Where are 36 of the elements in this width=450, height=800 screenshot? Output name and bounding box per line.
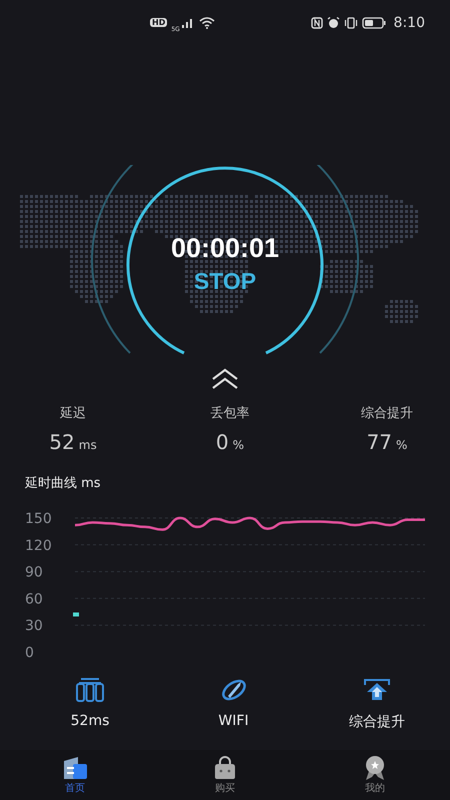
stat-unit: %	[396, 438, 408, 452]
axis-tick-label: 60	[25, 591, 43, 608]
nfc-icon	[310, 16, 323, 28]
stat-value: 0	[216, 430, 229, 454]
axis-tick-label: 0	[25, 645, 34, 661]
signal-icon	[180, 17, 195, 28]
stat-label: 丢包率	[210, 405, 250, 422]
shortcut-item[interactable]: WIFI	[188, 677, 278, 731]
stat-value: 77	[366, 430, 392, 454]
stat-unit: ms	[78, 438, 97, 452]
axis-tick-label: 120	[25, 538, 52, 554]
elapsed-time: 00:00:01	[170, 233, 280, 264]
home-icon	[61, 755, 89, 781]
stop-button[interactable]: STOP	[194, 268, 256, 295]
axis-tick-label: 30	[25, 618, 43, 634]
shortcut-item[interactable]: 综合提升	[332, 677, 422, 731]
upload-icon	[362, 677, 392, 703]
chart-title: 延时曲线 ms	[25, 475, 102, 492]
stat-value: 52	[49, 430, 75, 454]
server-icon	[75, 677, 105, 703]
tab-item[interactable]: 我的	[325, 750, 425, 800]
stat-label: 延迟	[60, 405, 86, 422]
alarm-icon	[326, 16, 340, 28]
shortcut-item[interactable]: 52ms	[45, 677, 135, 731]
tab-item[interactable]: 首页	[25, 750, 125, 800]
status-time: 8:10	[394, 14, 425, 30]
tab-item[interactable]: 购买	[175, 750, 275, 800]
battery-icon	[362, 16, 386, 28]
axis-tick-label: 90	[25, 564, 43, 581]
vibrate-icon	[344, 16, 358, 28]
chevron-up-icon[interactable]	[210, 368, 240, 390]
wifi-icon	[198, 16, 215, 28]
network-badge: HD	[150, 18, 168, 27]
axis-tick-label: 150	[25, 511, 52, 527]
stat-label: 综合提升	[361, 405, 413, 422]
stat-unit: %	[232, 438, 244, 452]
